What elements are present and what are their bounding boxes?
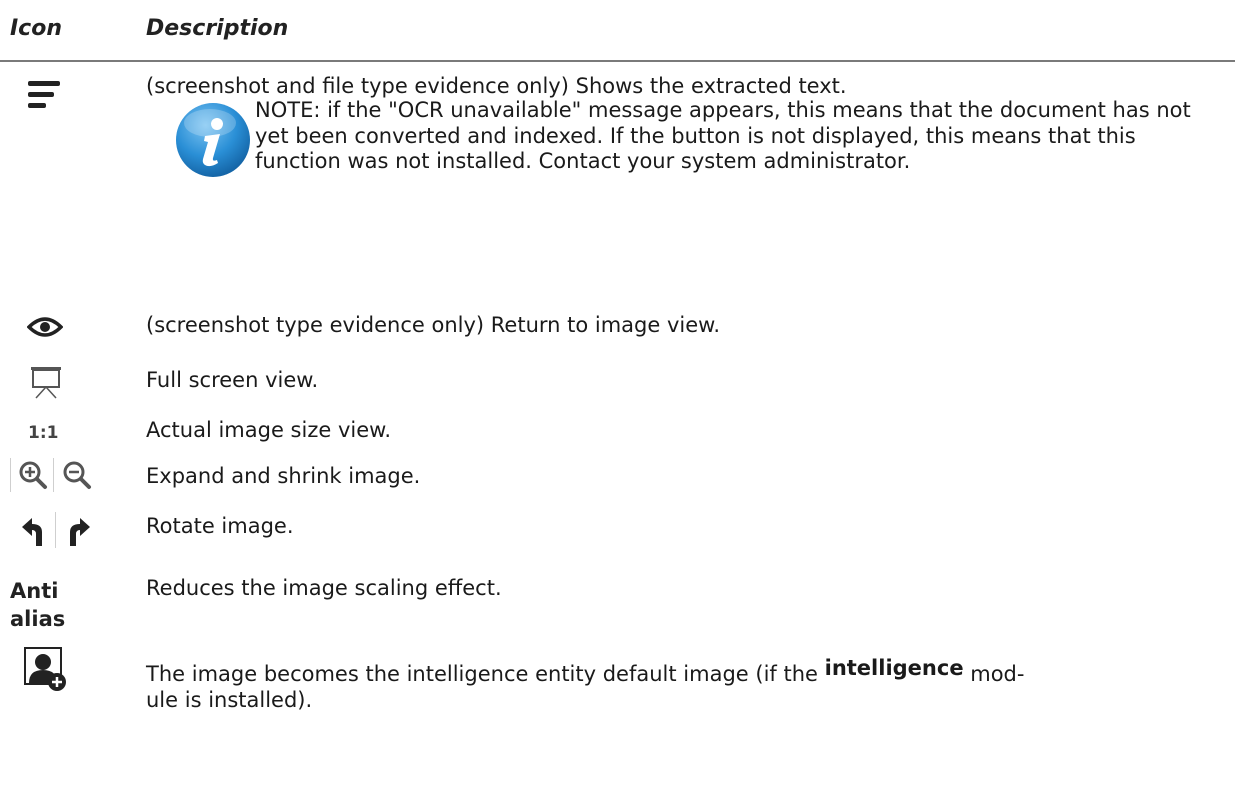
header-divider — [0, 60, 1235, 62]
zoom-out-icon — [63, 461, 91, 489]
user-add-icon — [24, 647, 66, 691]
eye-row-description: (screenshot type evidence only) Return t… — [146, 313, 721, 337]
rotate-left-icon — [22, 518, 42, 546]
intelligence-module-name: intelligence — [824, 656, 964, 680]
entity-description-part1: The image becomes the intelligence entit… — [146, 662, 825, 686]
info-icon — [176, 103, 250, 177]
zoom-in-icon — [19, 461, 47, 489]
actual-size-row-description: Actual image size view. — [146, 418, 392, 442]
zoom-separator-left — [10, 458, 11, 492]
antialias-row-description: Reduces the image scaling effect. — [146, 576, 502, 600]
ocr-note: NOTE: if the "OCR unavailable" message a… — [255, 98, 1191, 173]
entity-row-description: The image becomes the intelligence entit… — [146, 656, 1025, 687]
entity-row-description-line2: ule is installed). — [146, 688, 313, 712]
antialias-label-line1: Anti — [10, 579, 59, 603]
rotate-row-description: Rotate image. — [146, 514, 294, 538]
text-row-description: (screenshot and file type evidence only)… — [146, 74, 847, 98]
actual-size-icon: 1:1 — [28, 423, 59, 443]
text-lines-icon — [28, 81, 60, 108]
eye-icon — [27, 317, 63, 337]
column-header-icon: Icon — [10, 16, 63, 41]
zoom-row-description: Expand and shrink image. — [146, 464, 421, 488]
zoom-separator-mid — [53, 458, 54, 492]
antialias-label-line2: alias — [10, 607, 66, 631]
fullscreen-row-description: Full screen view. — [146, 368, 319, 392]
rotate-right-icon — [70, 518, 90, 546]
projector-screen-icon — [31, 367, 61, 399]
column-header-description: Description — [146, 16, 289, 41]
rotate-separator — [55, 512, 56, 548]
entity-description-part2: mod- — [963, 662, 1025, 686]
